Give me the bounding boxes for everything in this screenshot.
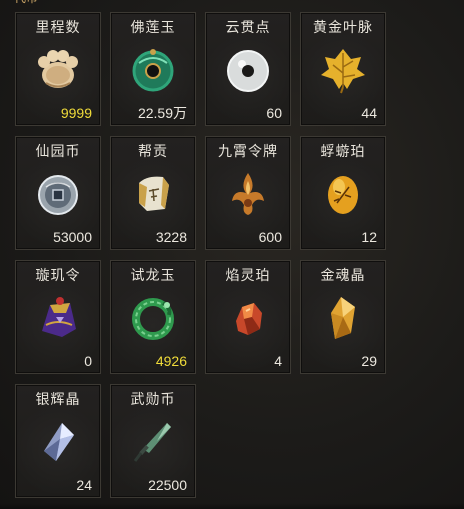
- currency-count: 12: [361, 229, 377, 245]
- green-dragon-jade-icon: [127, 291, 179, 343]
- currency-cell[interactable]: 试龙玉 4926: [110, 260, 196, 374]
- purple-seal-icon: [32, 291, 84, 343]
- currency-cell[interactable]: 金魂晶 29: [300, 260, 386, 374]
- jade-blade-icon: [127, 415, 179, 467]
- currency-cell[interactable]: 帮贡 3228: [110, 136, 196, 250]
- currency-cell[interactable]: 黄金叶脉 44: [300, 12, 386, 126]
- silver-coin-icon: [32, 167, 84, 219]
- currency-cell[interactable]: 焰灵珀 4: [205, 260, 291, 374]
- currency-cell[interactable]: 云贯点 60: [205, 12, 291, 126]
- currency-cell[interactable]: 仙园币 53000: [15, 136, 101, 250]
- white-ring-icon: [222, 43, 274, 95]
- currency-cell[interactable]: 璇玑令 0: [15, 260, 101, 374]
- currency-count: 22500: [148, 477, 187, 493]
- currency-name: 帮贡: [138, 144, 168, 160]
- currency-name: 佛莲玉: [130, 20, 176, 36]
- currency-count: 29: [361, 353, 377, 369]
- section-title-fragment: 代币: [14, 0, 94, 5]
- currency-cell[interactable]: 九霄令牌 600: [205, 136, 291, 250]
- currency-count: 3228: [155, 229, 187, 245]
- fire-amber-icon: [222, 291, 274, 343]
- currency-count: 9999: [60, 105, 92, 121]
- silver-crystal-icon: [32, 415, 84, 467]
- currency-count: 53000: [53, 229, 92, 245]
- currency-count: 22.59万: [137, 105, 187, 121]
- currency-name: 银辉晶: [35, 392, 81, 408]
- currency-count: 4926: [155, 353, 187, 369]
- currency-name: 云贯点: [225, 20, 271, 36]
- currency-name: 焰灵珀: [225, 268, 271, 284]
- currency-cell[interactable]: 佛莲玉 22.59万: [110, 12, 196, 126]
- currency-name: 黄金叶脉: [313, 20, 373, 36]
- gold-crystal-icon: [317, 291, 369, 343]
- currency-name: 璇玑令: [35, 268, 81, 284]
- currency-cell[interactable]: 蜉蝣珀 12: [300, 136, 386, 250]
- paw-stone-icon: [32, 43, 84, 95]
- currency-cell[interactable]: 武勋币 22500: [110, 384, 196, 498]
- currency-count: 24: [76, 477, 92, 493]
- currency-count: 44: [361, 105, 377, 121]
- currency-name: 里程数: [35, 20, 81, 36]
- currency-name: 仙园币: [35, 144, 81, 160]
- currency-count: 0: [84, 353, 92, 369]
- currency-name: 武勋币: [130, 392, 176, 408]
- currency-cell[interactable]: 里程数 9999: [15, 12, 101, 126]
- currency-cell[interactable]: 银辉晶 24: [15, 384, 101, 498]
- currency-name: 九霄令牌: [218, 144, 278, 160]
- amber-insect-icon: [317, 167, 369, 219]
- currency-count: 4: [274, 353, 282, 369]
- golden-leaf-icon: [317, 43, 369, 95]
- currency-name: 金魂晶: [320, 268, 366, 284]
- scroll-token-icon: [127, 167, 179, 219]
- flame-token-icon: [222, 167, 274, 219]
- currency-count: 60: [266, 105, 282, 121]
- jade-disc-icon: [127, 43, 179, 95]
- currency-name: 蜉蝣珀: [320, 144, 366, 160]
- currency-name: 试龙玉: [130, 268, 176, 284]
- bottom-fade: [0, 503, 464, 509]
- currency-count: 600: [258, 229, 282, 245]
